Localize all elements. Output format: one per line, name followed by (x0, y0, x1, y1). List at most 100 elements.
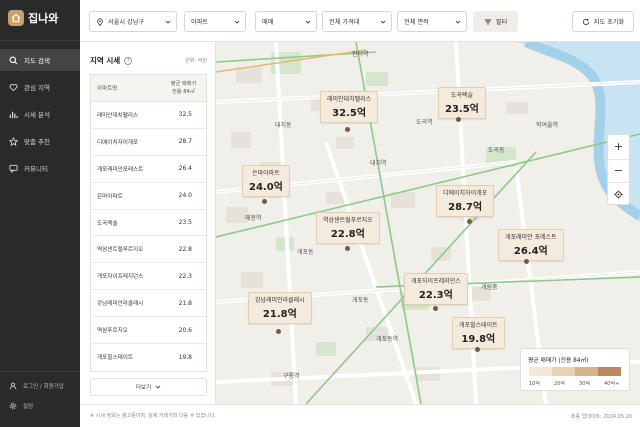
sidebar-item-label: 커뮤니티 (24, 165, 48, 173)
price-marker-gangnam-raemian-laclassi[interactable]: 강남래미안라클래시 21.8억 (248, 292, 312, 324)
chevron-down-icon (234, 20, 240, 24)
apartment-name: 강남래미안라클래시 (97, 301, 144, 308)
marker-name: 개포힐스테이트 (459, 322, 498, 329)
app-name: 집나와 (28, 12, 59, 25)
area-label: 학여울역 (536, 122, 559, 129)
legend-label: 20억 (554, 381, 565, 387)
location-pin-icon (97, 17, 103, 26)
deal-type-select[interactable]: 매매 (255, 11, 317, 32)
price-marker-eunma[interactable]: 은마아파트 24.0억 (242, 165, 290, 197)
price-range-select[interactable]: 전체 가격대 (322, 11, 392, 32)
marker-price: 21.8억 (262, 309, 297, 320)
marker-price: 32.5억 (332, 108, 367, 119)
panel-title: 지역 시세 ? (90, 55, 133, 66)
zoom-in-button[interactable]: + (608, 135, 629, 159)
marker-name: 은마아파트 (252, 170, 280, 177)
apartment-name: 개포래미안포레스트 (97, 166, 144, 173)
my-location-button[interactable] (608, 182, 629, 206)
app-logo[interactable]: 집나와 (8, 10, 58, 26)
apartment-price: 21.8 (178, 299, 192, 307)
marker-name: 래미안대치팰리스 (327, 96, 372, 103)
map-zoom-controls: + − (607, 134, 630, 205)
table-row[interactable]: 은마아파트 24.0 (91, 183, 206, 210)
settings-link[interactable]: 설정 (0, 399, 80, 413)
more-label: 더보기 (135, 385, 152, 391)
panel-title-text: 지역 시세 (90, 56, 121, 65)
apartment-name: 역삼푸르지오 (97, 328, 128, 335)
marker-dot (345, 127, 350, 132)
search-icon (9, 56, 18, 64)
table-row[interactable]: 도곡렉슬 23.5 (91, 210, 206, 237)
table-row[interactable]: 래미안대치팰리스 32.5 (91, 102, 206, 129)
zoom-out-button[interactable]: − (608, 158, 629, 183)
sidebar-item-favorites[interactable]: 관심 지역 (0, 76, 80, 98)
price-marker-gaepo-xi-presidence[interactable]: 개포자이프레지던스 22.3억 (404, 273, 468, 305)
table-row[interactable]: 역삼푸르지오 20.6 (91, 317, 206, 345)
help-icon[interactable]: ? (124, 56, 133, 65)
user-icon (9, 382, 17, 390)
legend-swatch (575, 367, 598, 376)
house-icon (8, 10, 24, 26)
area-label: 매봉역 (245, 215, 262, 222)
price-marker-yeoksam-central[interactable]: 역삼센트럴푸르지오 22.8억 (316, 212, 380, 244)
table-row[interactable]: 디에이치자이개포 28.7 (91, 129, 206, 156)
sidebar-item-recommend[interactable]: 맞춤 추천 (0, 130, 80, 152)
marker-name: 개포래미안 포레스트 (505, 234, 557, 241)
top-filter-bar: 서울시 강남구 아파트 매매 전체 가격대 전체 면적 필터 지도 초기화 (80, 0, 640, 42)
location-select[interactable]: 서울시 강남구 (89, 11, 177, 32)
apartment-name: 디에이치자이개포 (97, 139, 139, 146)
table-row[interactable]: 역삼센트럴푸르지오 22.8 (91, 236, 206, 264)
table-row[interactable]: 강남래미안라클래시 21.8 (91, 290, 206, 318)
apartment-price: 24.0 (178, 192, 192, 200)
sidebar-item-label: 지도 검색 (24, 57, 50, 65)
sidebar-item-label: 관심 지역 (24, 84, 50, 92)
price-marker-raemian-daechi[interactable]: 래미안대치팰리스 32.5억 (320, 91, 379, 123)
price-marker-gaepo-hillstate[interactable]: 개포힐스테이트 19.8억 (452, 317, 505, 349)
marker-price: 22.3억 (418, 290, 453, 301)
gear-icon (9, 402, 17, 410)
filter-label: 필터 (495, 19, 508, 26)
heart-icon (9, 83, 18, 91)
marker-dot (276, 329, 281, 334)
table-body: 래미안대치팰리스 32.5 디에이치자이개포 28.7 개포래미안포레스트 26.4 은마아… (91, 102, 206, 371)
sidebar-item-map-search[interactable]: 지도 검색 (0, 49, 80, 71)
regional-price-panel: 지역 시세 ? 단위: 억원 아파트명 평균 매매가 전용 84㎡ 래미안대치팰… (80, 42, 216, 404)
apartment-name: 역삼센트럴푸르지오 (97, 247, 144, 254)
marker-name: 도곡렉슬 (450, 92, 473, 99)
apartment-name: 개포자이프레지던스 (97, 274, 144, 281)
sidebar-item-label: 맞춤 추천 (24, 138, 50, 146)
price-marker-gaepo-raemian-forest[interactable]: 개포래미안 포레스트 26.4억 (498, 229, 564, 261)
price-marker-dogok-rexle[interactable]: 도곡렉슬 23.5억 (438, 87, 486, 119)
apartment-price: 20.6 (178, 326, 192, 334)
price-marker-the-h-xi-gaepo[interactable]: 디에이치자이개포 28.7억 (436, 185, 495, 217)
sidebar-item-community[interactable]: 커뮤니티 (0, 157, 80, 179)
table-header: 아파트명 평균 매매가 전용 84㎡ (91, 75, 206, 102)
marker-dot (345, 246, 350, 251)
property-type-select[interactable]: 아파트 (184, 11, 246, 32)
table-row[interactable]: 개포래미안포레스트 26.4 (91, 156, 206, 183)
price-legend: 평균 매매가 (전용 84㎡) 10억 20억 30억 40억+ (520, 348, 630, 391)
filter-button[interactable]: 필터 (473, 11, 518, 32)
sidebar-item-price-analysis[interactable]: 시세 분석 (0, 103, 80, 125)
property-type-value: 아파트 (191, 19, 209, 26)
marker-name: 역삼센트럴푸르지오 (323, 217, 373, 224)
login-label: 로그인 / 회원가입 (23, 384, 64, 390)
marker-dot (456, 117, 461, 122)
marker-price: 19.8억 (461, 334, 496, 345)
reset-map-button[interactable]: 지도 초기화 (572, 11, 634, 32)
more-button[interactable]: 더보기 (90, 378, 207, 396)
legend-swatch (552, 367, 575, 376)
table-row[interactable]: 개포힐스테이트 19.8 (91, 344, 206, 371)
legend-label: 40억+ (604, 381, 620, 387)
area-label: 도곡역 (416, 119, 433, 126)
area-size-select[interactable]: 전체 면적 (397, 11, 467, 32)
map-view[interactable]: 한티역 대치동 도곡역 학여울역 도곡동 대치역 매봉역 개포동 개포동 개포동… (216, 42, 640, 404)
column-header-price: 평균 매매가 전용 84㎡ (161, 75, 206, 101)
apartment-price: 22.3 (178, 272, 192, 280)
chevron-down-icon (165, 20, 171, 24)
sidebar-divider (0, 40, 80, 41)
table-row[interactable]: 개포자이프레지던스 22.3 (91, 263, 206, 291)
column-header-price-line1: 평균 매매가 (170, 81, 197, 87)
login-link[interactable]: 로그인 / 회원가입 (0, 379, 80, 393)
area-size-value: 전체 면적 (404, 19, 429, 26)
